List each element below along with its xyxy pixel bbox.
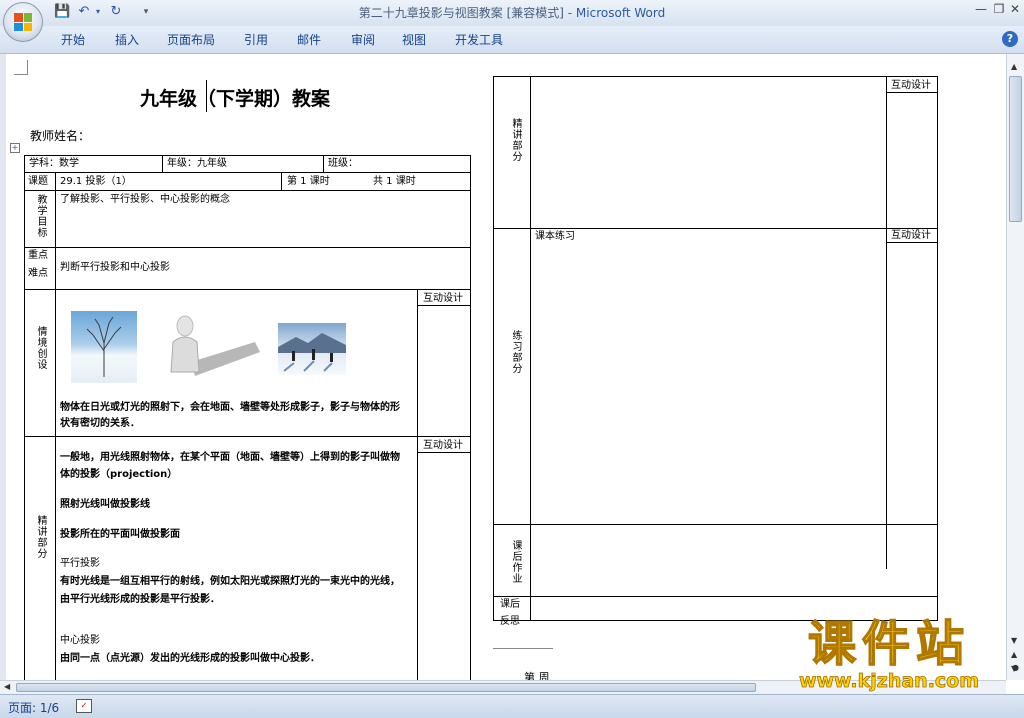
practice-text: 课本练习 xyxy=(535,231,575,242)
watermark-logo: 课件站 xyxy=(807,616,970,672)
tab-insert[interactable]: 插入 xyxy=(115,31,139,48)
lecture-line-5: 平行投影 xyxy=(60,558,100,569)
class-cell: 班级： xyxy=(328,158,358,169)
tab-home[interactable]: 开始 xyxy=(61,31,85,48)
scene-text-line-2: 状有密切的关系． xyxy=(60,418,140,429)
goal-text: 了解投影、平行投影、中心投影的概念 xyxy=(60,194,230,205)
lecture-label: 精讲部分 xyxy=(35,515,46,559)
tab-view[interactable]: 视图 xyxy=(402,31,426,48)
scroll-down-icon[interactable]: ▼ xyxy=(1011,636,1017,645)
goal-label: 教学目标 xyxy=(35,194,46,238)
lecture-line-7: 由平行光线形成的投影是平行投影． xyxy=(60,594,220,605)
key-text: 判断平行投影和中心投影 xyxy=(60,262,170,273)
table-move-handle-icon[interactable]: + xyxy=(10,143,20,153)
title-bar: 第二十九章投影与视图教案 [兼容模式] - Microsoft Word 💾 ↶… xyxy=(0,0,1024,26)
homework-label: 课后作业 xyxy=(510,540,521,584)
scroll-thumb[interactable] xyxy=(1009,76,1022,222)
teacher-name-label: 教师姓名： xyxy=(30,129,91,143)
bust-statue-image xyxy=(165,312,260,382)
ribbon xyxy=(0,26,1024,54)
redo-icon[interactable]: ↻ xyxy=(108,4,124,20)
minimize-icon[interactable]: — xyxy=(972,2,990,16)
interact-heading-2: 互动设计 xyxy=(423,440,463,451)
reflect-label-1: 课后 xyxy=(500,599,520,610)
scroll-left-icon[interactable]: ◀ xyxy=(4,682,10,691)
document-heading: 九年级（下学期）教案 xyxy=(140,88,331,110)
lecture-line-1: 一般地，用光线照射物体，在某个平面（地面、墙壁等）上得到的影子叫做物 xyxy=(60,452,400,463)
scroll-up-icon[interactable]: ▲ xyxy=(1011,62,1017,71)
office-button[interactable] xyxy=(3,2,43,42)
topic-label: 课题 xyxy=(28,176,48,187)
horizontal-scroll-thumb[interactable] xyxy=(16,683,756,692)
customize-qat-icon[interactable]: ▾ xyxy=(138,4,154,20)
practice-label: 练习部分 xyxy=(510,330,521,374)
next-page-icon[interactable]: ▼ xyxy=(1011,664,1017,673)
right-interact-heading-2: 互动设计 xyxy=(891,230,931,241)
close-icon[interactable]: ✕ xyxy=(1006,2,1024,16)
winter-tree-image xyxy=(71,311,137,383)
spelling-check-icon[interactable]: ✓ xyxy=(76,699,92,713)
vertical-ruler xyxy=(0,54,6,680)
save-icon[interactable]: 💾 xyxy=(54,4,70,20)
topic-cell: 29.1 投影（1） xyxy=(60,176,132,187)
right-interact-heading-1: 互动设计 xyxy=(891,80,931,91)
lecture-line-8: 中心投影 xyxy=(60,635,100,646)
lesson-number-cell: 第 1 课时 xyxy=(287,176,330,187)
page-count[interactable]: 页面: 1/6 xyxy=(8,699,59,716)
office-logo-icon xyxy=(14,13,32,31)
help-icon[interactable]: ? xyxy=(1002,31,1018,47)
grade-cell: 年级：九年级 xyxy=(167,158,227,169)
lecture-line-2: 体的投影（projection） xyxy=(60,469,178,480)
tab-review[interactable]: 审阅 xyxy=(351,31,375,48)
key-label-2: 难点 xyxy=(28,268,48,279)
watermark-url: www.kjzhan.com xyxy=(798,670,980,693)
lecture-line-3: 照射光线叫做投影线 xyxy=(60,499,150,510)
lecture-line-6: 有时光线是一组互相平行的射线，例如太阳光或探照灯光的一束光中的光线， xyxy=(60,576,400,587)
tab-mailings[interactable]: 邮件 xyxy=(297,31,321,48)
vertical-scrollbar[interactable]: ▲ ▼ ▲ ● ▼ xyxy=(1006,54,1024,680)
key-label-1: 重点 xyxy=(28,250,48,261)
right-lecture-label: 精讲部分 xyxy=(510,118,521,162)
scene-label: 情境创设 xyxy=(35,326,46,370)
reflect-label-2: 反思 xyxy=(500,616,520,627)
prev-page-icon[interactable]: ▲ xyxy=(1011,650,1017,659)
tab-references[interactable]: 引用 xyxy=(244,31,268,48)
tab-developer[interactable]: 开发工具 xyxy=(455,31,503,48)
lecture-line-4: 投影所在的平面叫做投影面 xyxy=(60,529,180,540)
lecture-line-9: 由同一点（点光源）发出的光线形成的投影叫做中心投影． xyxy=(60,653,320,664)
tab-page-layout[interactable]: 页面布局 xyxy=(167,31,215,48)
interact-heading-1: 互动设计 xyxy=(423,293,463,304)
undo-dropdown-icon[interactable]: ▾ xyxy=(90,4,106,20)
subject-cell: 学科：数学 xyxy=(29,158,79,169)
scene-text-line-1: 物体在日光或灯光的照射下，会在地面、墙壁等处形成影子，影子与物体的形 xyxy=(60,402,400,413)
lesson-total-cell: 共 1 课时 xyxy=(373,176,416,187)
snow-skiers-image xyxy=(278,323,346,375)
status-bar: 页面: 1/6 ✓ xyxy=(0,694,1024,718)
